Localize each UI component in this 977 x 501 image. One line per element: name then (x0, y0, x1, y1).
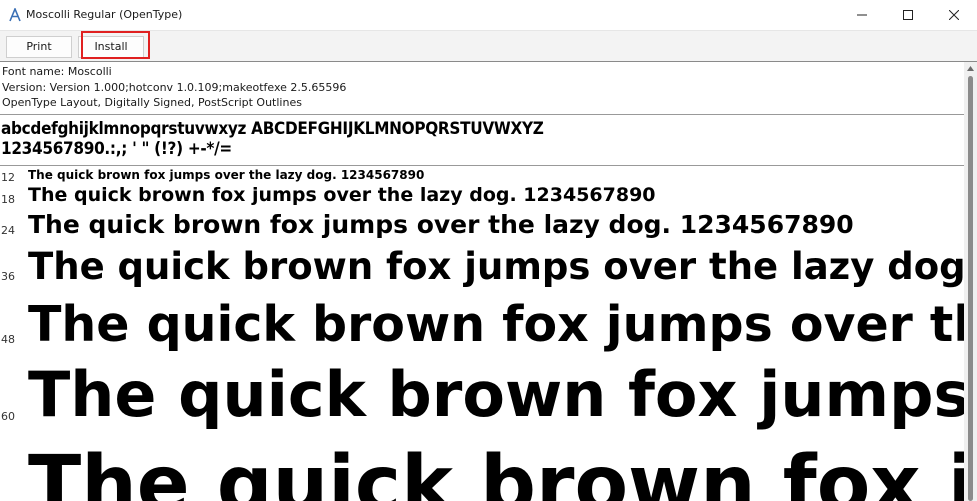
sample-text: The quick brown fox jumps over the lazy … (28, 210, 854, 239)
sample-text: The quick brown fox jumps over the lazy … (28, 168, 425, 182)
size-label: 12 (1, 171, 15, 184)
size-label: 18 (1, 193, 15, 206)
font-preview: Font name: Moscolli Version: Version 1.0… (0, 62, 964, 501)
maximize-icon (903, 10, 913, 20)
sample-text: The quick brown fox jumps over the lazy … (28, 245, 964, 288)
size-label: 60 (1, 410, 15, 423)
print-button[interactable]: Print (6, 36, 72, 58)
size-label: 36 (1, 270, 15, 283)
sample-text: The quick brown fox jumps over the lazy … (28, 184, 656, 206)
charset-letters: abcdefghijklmnopqrstuvwxyz ABCDEFGHIJKLM… (1, 119, 544, 139)
features-info: OpenType Layout, Digitally Signed, PostS… (2, 96, 302, 109)
vertical-scrollbar[interactable] (964, 62, 977, 501)
charset-symbols: 1234567890.:,; ' " (!?) +-*/= (1, 139, 232, 159)
size-label: 48 (1, 333, 15, 346)
install-button-highlight (81, 31, 150, 59)
maximize-button[interactable] (885, 0, 931, 30)
close-button[interactable] (931, 0, 977, 30)
scrollbar-thumb[interactable] (968, 76, 973, 501)
divider (0, 165, 964, 166)
scroll-up-arrow-icon[interactable] (967, 66, 974, 71)
minimize-button[interactable] (839, 0, 885, 30)
size-label: 24 (1, 224, 15, 237)
close-icon (949, 10, 959, 20)
divider (0, 114, 964, 115)
font-app-icon (9, 8, 21, 22)
font-name-info: Font name: Moscolli (2, 65, 112, 78)
minimize-icon (857, 14, 867, 16)
window-title: Moscolli Regular (OpenType) (26, 8, 183, 21)
sample-text: The quick brown fox jumps over the lazy … (28, 358, 964, 431)
version-info: Version: Version 1.000;hotconv 1.0.109;m… (2, 81, 347, 94)
sample-text: The quick brown fox jumps over the lazy … (28, 296, 964, 353)
sample-text: The quick brown fox jumps over the lazy … (28, 440, 964, 501)
title-bar: Moscolli Regular (OpenType) (0, 0, 977, 30)
